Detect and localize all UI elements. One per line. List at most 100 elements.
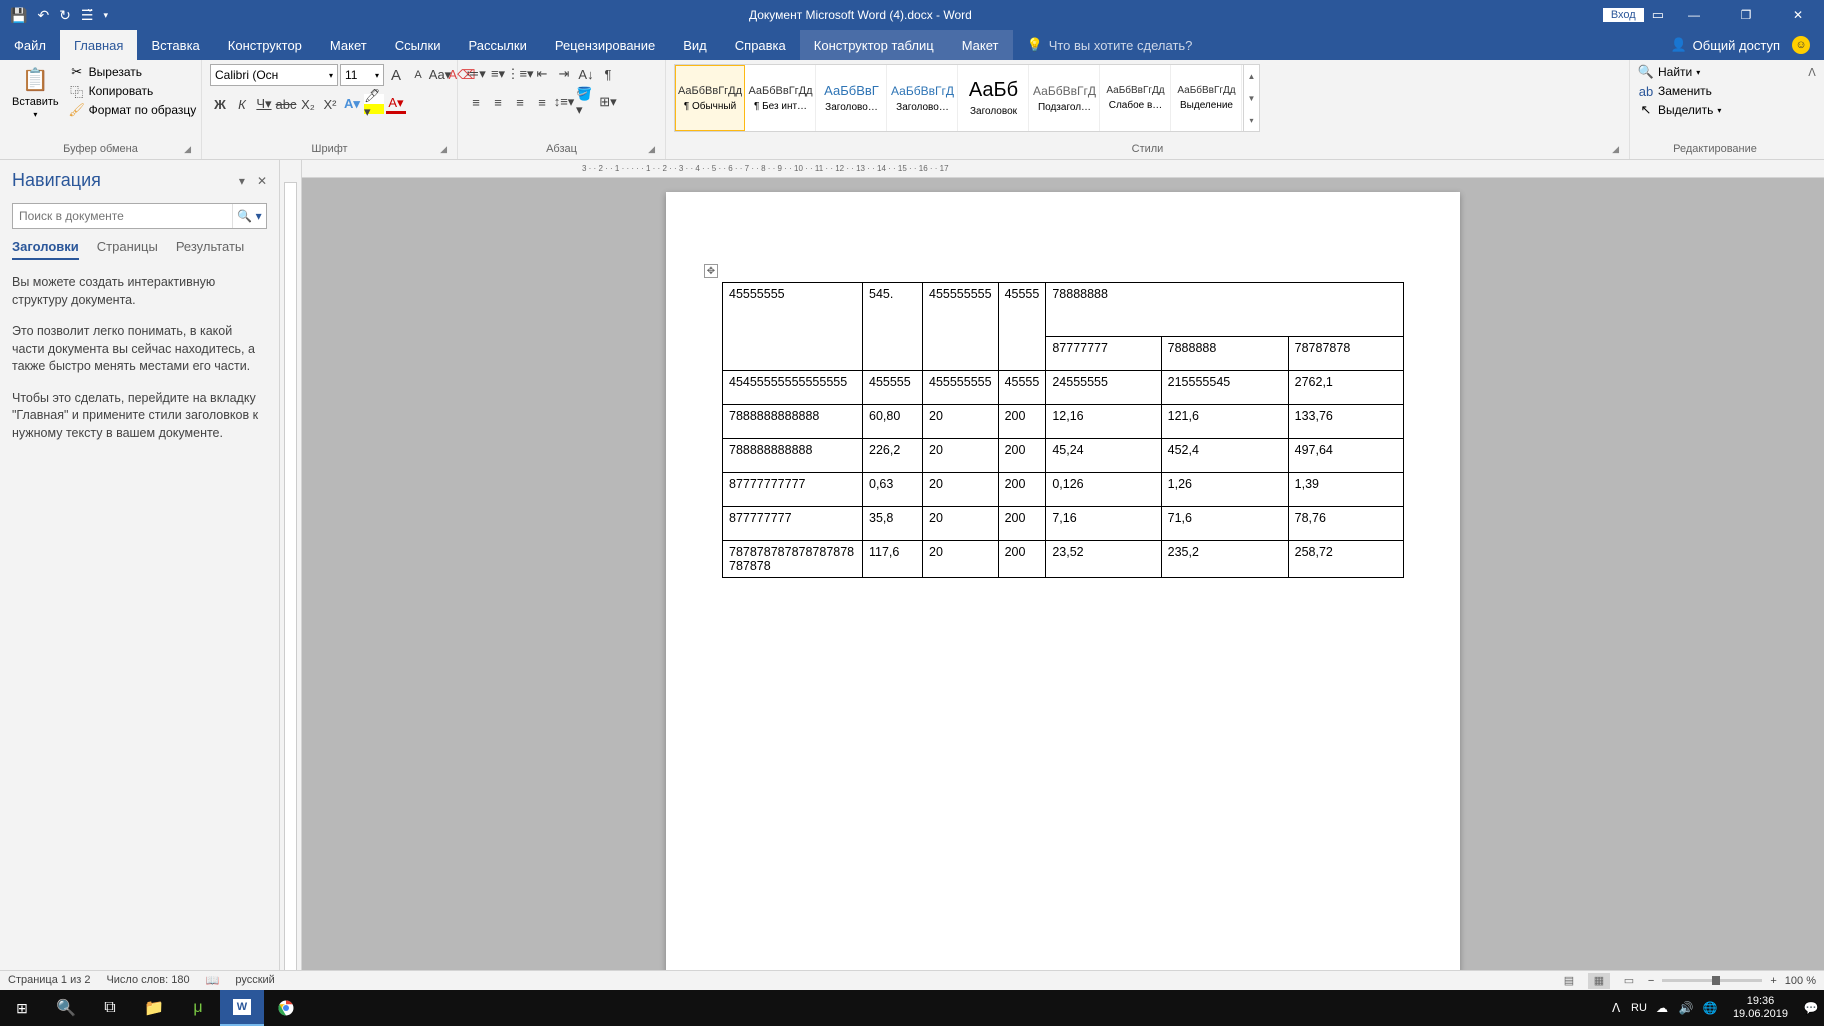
restore-button[interactable]: ❐ <box>1724 0 1768 30</box>
vertical-ruler[interactable] <box>280 160 302 1006</box>
style-item-5[interactable]: АаБбВвГгДПодзагол… <box>1030 65 1100 131</box>
document-page[interactable]: ✥ 45555555545.45555555545555788888888777… <box>666 192 1460 972</box>
tab-table-layout[interactable]: Макет <box>948 30 1013 60</box>
bullets-button[interactable]: ≔▾ <box>466 64 486 84</box>
gallery-up[interactable]: ▲ <box>1244 65 1259 87</box>
increase-indent-button[interactable]: ⇥ <box>554 64 574 84</box>
style-item-0[interactable]: АаБбВвГгДд¶ Обычный <box>675 65 745 131</box>
find-button[interactable]: 🔍Найти ▾ <box>1638 64 1721 80</box>
close-button[interactable]: ✕ <box>1776 0 1820 30</box>
gallery-down[interactable]: ▼ <box>1244 87 1259 109</box>
tab-home[interactable]: Главная <box>60 30 137 60</box>
justify-button[interactable]: ≡ <box>532 92 552 112</box>
tab-review[interactable]: Рецензирование <box>541 30 669 60</box>
show-marks-button[interactable]: ¶ <box>598 64 618 84</box>
strikethrough-button[interactable]: abc <box>276 94 296 114</box>
zoom-slider[interactable] <box>1662 979 1762 982</box>
save-icon[interactable]: 💾 <box>10 7 27 24</box>
tab-insert[interactable]: Вставка <box>137 30 213 60</box>
start-button[interactable]: ⊞ <box>0 990 44 1026</box>
tell-me-search[interactable]: 💡 Что вы хотите сделать? <box>1027 30 1193 60</box>
tab-file[interactable]: Файл <box>0 30 60 60</box>
styles-dialog-launcher[interactable]: ◢ <box>1612 144 1619 155</box>
zoom-level[interactable]: 100 % <box>1785 975 1816 987</box>
copy-button[interactable]: ⿻Копировать <box>69 83 197 99</box>
tray-expand-icon[interactable]: ᐱ <box>1607 1001 1625 1015</box>
format-painter-button[interactable]: 🖌Формат по образцу <box>69 102 197 118</box>
nav-search[interactable]: 🔍 ▾ <box>12 203 267 229</box>
align-center-button[interactable]: ≡ <box>488 92 508 112</box>
tab-mailings[interactable]: Рассылки <box>454 30 540 60</box>
font-name-combo[interactable]: Calibri (Осн▾ <box>210 64 338 86</box>
tab-view[interactable]: Вид <box>669 30 721 60</box>
file-explorer-button[interactable]: 📁 <box>132 990 176 1026</box>
clock[interactable]: 19:36 19.06.2019 <box>1725 995 1796 1021</box>
zoom-in-button[interactable]: + <box>1770 975 1776 987</box>
page-indicator[interactable]: Страница 1 из 2 <box>8 974 90 987</box>
paste-button[interactable]: 📋 Вставить ▾ <box>8 64 63 121</box>
utorrent-button[interactable]: μ <box>176 990 220 1026</box>
network-icon[interactable]: 🌐 <box>1701 1001 1719 1015</box>
styles-gallery[interactable]: АаБбВвГгДд¶ ОбычныйАаБбВвГгДд¶ Без инт…А… <box>674 64 1260 132</box>
ribbon-display-icon[interactable]: ▭ <box>1652 7 1664 23</box>
tab-references[interactable]: Ссылки <box>381 30 455 60</box>
select-button[interactable]: ↖Выделить ▾ <box>1638 102 1721 118</box>
highlight-button[interactable]: 🖊▾ <box>364 94 384 114</box>
font-dialog-launcher[interactable]: ◢ <box>440 144 447 155</box>
underline-button[interactable]: Ч▾ <box>254 94 274 114</box>
line-spacing-button[interactable]: ↕≡▾ <box>554 92 574 112</box>
feedback-icon[interactable]: ☺ <box>1792 36 1810 54</box>
document-scroll-area[interactable]: 3 · · 2 · · 1 · · · · · 1 · · 2 · · 3 · … <box>302 160 1824 1006</box>
qat-customize-icon[interactable]: ▾ <box>103 10 108 21</box>
decrease-indent-button[interactable]: ⇤ <box>532 64 552 84</box>
italic-button[interactable]: К <box>232 94 252 114</box>
style-item-1[interactable]: АаБбВвГгДд¶ Без инт… <box>746 65 816 131</box>
nav-tab-results[interactable]: Результаты <box>176 239 244 260</box>
style-item-7[interactable]: АаБбВвГгДдВыделение <box>1172 65 1242 131</box>
login-button[interactable]: Вход <box>1603 8 1644 22</box>
search-button[interactable]: 🔍 <box>44 990 88 1026</box>
read-mode-button[interactable]: ▤ <box>1558 973 1580 989</box>
text-effects-button[interactable]: A▾ <box>342 94 362 114</box>
numbering-button[interactable]: ≡▾ <box>488 64 508 84</box>
cut-button[interactable]: ✂Вырезать <box>69 64 197 80</box>
nav-close-button[interactable]: ✕ <box>257 174 267 188</box>
align-right-button[interactable]: ≡ <box>510 92 530 112</box>
language-indicator[interactable]: русский <box>235 974 274 987</box>
word-count[interactable]: Число слов: 180 <box>106 974 189 987</box>
style-item-3[interactable]: АаБбВвГгДЗаголово… <box>888 65 958 131</box>
word-taskbar-button[interactable]: W <box>220 990 264 1026</box>
volume-icon[interactable]: 🔊 <box>1677 1001 1695 1015</box>
bold-button[interactable]: Ж <box>210 94 230 114</box>
print-layout-button[interactable]: ▦ <box>1588 973 1610 989</box>
font-size-combo[interactable]: 11▾ <box>340 64 384 86</box>
replace-button[interactable]: abЗаменить <box>1638 83 1721 99</box>
language-tray[interactable]: RU <box>1631 1002 1647 1014</box>
nav-search-input[interactable] <box>13 204 232 228</box>
nav-tab-pages[interactable]: Страницы <box>97 239 158 260</box>
grow-font-button[interactable]: A <box>386 65 406 85</box>
chrome-button[interactable] <box>264 990 308 1026</box>
borders-button[interactable]: ⊞▾ <box>598 92 618 112</box>
zoom-out-button[interactable]: − <box>1648 975 1654 987</box>
tab-layout[interactable]: Макет <box>316 30 381 60</box>
web-layout-button[interactable]: ▭ <box>1618 973 1640 989</box>
style-item-4[interactable]: АаБбЗаголовок <box>959 65 1029 131</box>
onedrive-icon[interactable]: ☁ <box>1653 1001 1671 1015</box>
task-view-button[interactable]: ⧉ <box>88 990 132 1026</box>
touch-mode-icon[interactable]: ☰̌ <box>81 7 94 24</box>
gallery-more[interactable]: ▾ <box>1244 109 1259 131</box>
multilevel-button[interactable]: ⋮≡▾ <box>510 64 530 84</box>
redo-icon[interactable]: ↻ <box>59 7 71 24</box>
share-button[interactable]: 👤Общий доступ <box>1670 37 1780 53</box>
minimize-button[interactable]: — <box>1672 0 1716 30</box>
nav-search-button[interactable]: 🔍 ▾ <box>232 204 266 228</box>
sort-button[interactable]: A↓ <box>576 64 596 84</box>
nav-tab-headings[interactable]: Заголовки <box>12 239 79 260</box>
nav-options-button[interactable]: ▾ <box>239 174 245 188</box>
shrink-font-button[interactable]: A <box>408 65 428 85</box>
tab-table-design[interactable]: Конструктор таблиц <box>800 30 948 60</box>
shading-button[interactable]: 🪣▾ <box>576 92 596 112</box>
style-item-2[interactable]: АаБбВвГЗаголово… <box>817 65 887 131</box>
undo-icon[interactable]: ↶ <box>37 7 49 24</box>
